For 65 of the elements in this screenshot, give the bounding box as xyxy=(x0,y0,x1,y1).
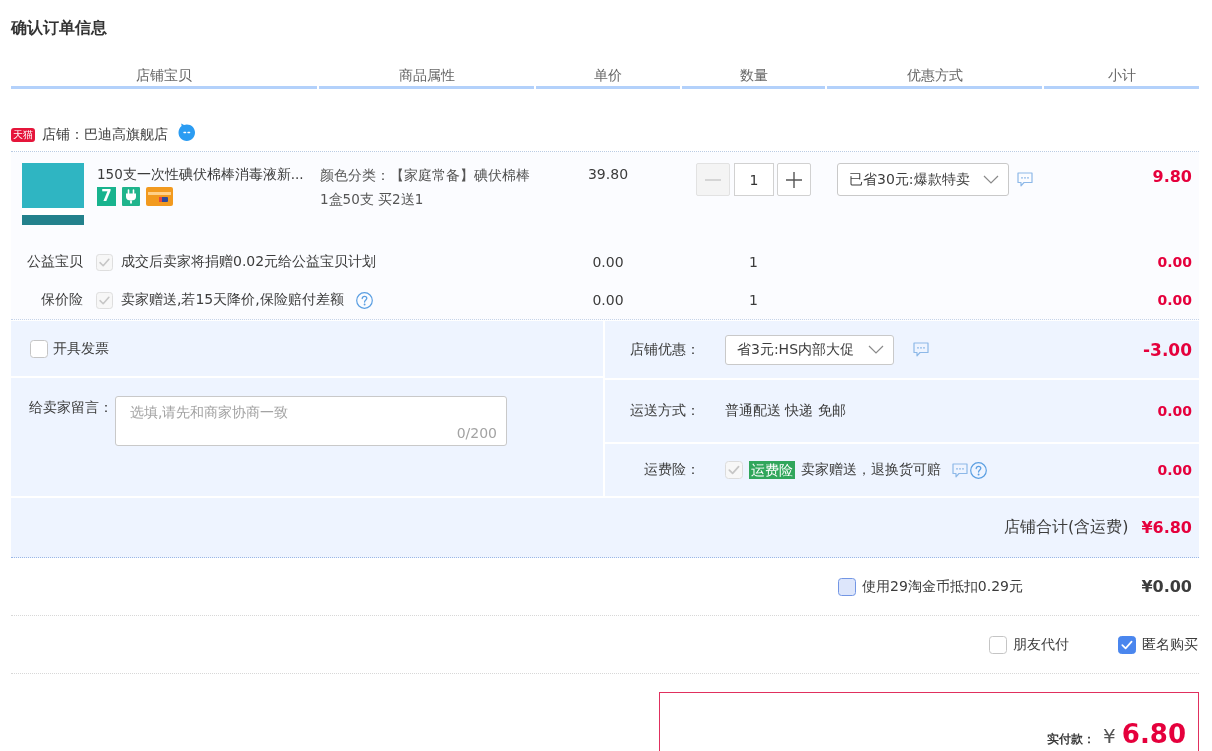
column-header: 单价 xyxy=(536,60,680,89)
service-label: 公益宝贝 xyxy=(27,253,83,271)
help-icon[interactable] xyxy=(970,461,987,479)
insurance-tag: 运费险 xyxy=(749,461,795,479)
unit-price: 0.00 xyxy=(592,254,624,270)
increase-button[interactable] xyxy=(777,163,811,196)
checkbox-label: 匿名购买 xyxy=(1142,635,1198,654)
subtotal: 0.00 xyxy=(1157,254,1192,270)
character-counter: 0/200 xyxy=(456,424,497,442)
store-name[interactable]: 店铺：巴迪高旗舰店 xyxy=(42,125,168,144)
product-title[interactable]: 150支一次性碘伏棉棒消毒液新... xyxy=(97,164,304,184)
store-total-label: 店铺合计(含运费) xyxy=(1003,517,1129,538)
fee-label: 运送方式： xyxy=(630,402,700,420)
quantity-field[interactable]: 1 xyxy=(734,163,774,196)
payment-label: 实付款： xyxy=(1047,731,1096,748)
payment-amount: 6.80 xyxy=(1121,719,1186,749)
store-total-amount: ¥6.80 xyxy=(1141,518,1192,537)
currency-symbol: ¥ xyxy=(1103,724,1116,748)
checkbox[interactable] xyxy=(1118,635,1136,654)
checkbox-label: 使用29淘金币抵扣0.29元 xyxy=(862,577,1023,596)
store-type-tag: 天猫 xyxy=(11,127,35,142)
checkbox[interactable] xyxy=(989,635,1007,654)
column-header: 店铺宝贝 xyxy=(11,60,317,89)
speech-bubble-icon[interactable] xyxy=(952,462,968,478)
quantity-text: 1 xyxy=(749,292,758,308)
service-description: 成交后卖家将捐赠0.02元给公益宝贝计划 xyxy=(121,253,377,271)
subtotal: 9.80 xyxy=(1152,166,1192,188)
checkbox-label: 开具发票 xyxy=(53,339,109,358)
column-header: 商品属性 xyxy=(319,60,534,89)
fee-label: 店铺优惠： xyxy=(630,340,700,359)
unit-price: 39.80 xyxy=(587,165,629,184)
fee-amount: 0.00 xyxy=(1157,403,1192,419)
card-icon xyxy=(146,187,173,206)
chevron-down-icon xyxy=(983,175,999,184)
fee-amount: -3.00 xyxy=(1143,339,1192,360)
message-label: 给卖家留言： xyxy=(29,398,113,417)
checkbox[interactable] xyxy=(838,577,856,596)
insurance-description: 卖家赠送，退换货可赔 xyxy=(801,461,941,479)
fee-label: 运费险： xyxy=(644,461,700,479)
product-attribute: 颜色分类：【家庭常备】碘伏棉棒 xyxy=(320,166,530,185)
subtotal: 0.00 xyxy=(1157,292,1192,308)
chat-bubble-icon[interactable] xyxy=(177,123,196,142)
column-header: 数量 xyxy=(682,60,825,89)
store-discount-select[interactable]: 省3元:HS内部大促 xyxy=(725,334,894,365)
coins-amount: ¥0.00 xyxy=(1141,577,1192,596)
plus-icon xyxy=(786,171,802,188)
shipping-method: 普通配送 快递 免邮 xyxy=(725,402,846,420)
checkbox-label: 朋友代付 xyxy=(1013,635,1069,654)
page-title: 确认订单信息 xyxy=(11,17,107,39)
number-badge: 7 xyxy=(97,187,116,206)
speech-bubble-icon[interactable] xyxy=(913,342,929,357)
quantity-text: 1 xyxy=(749,254,758,270)
chevron-down-icon xyxy=(868,345,884,354)
promotion-select[interactable]: 已省30元:爆款特卖 xyxy=(837,163,1009,196)
service-description: 卖家赠送,若15天降价,保险赔付差额 xyxy=(121,291,344,309)
product-attribute: 1盒50支 买2送1 xyxy=(320,190,424,209)
product-photo-placeholder[interactable] xyxy=(22,163,84,225)
column-header: 小计 xyxy=(1044,60,1199,89)
unit-price: 0.00 xyxy=(592,292,624,308)
plug-icon xyxy=(122,187,140,206)
column-header: 优惠方式 xyxy=(827,60,1042,89)
service-label: 保价险 xyxy=(41,291,83,309)
fee-amount: 0.00 xyxy=(1157,462,1192,478)
checkbox[interactable] xyxy=(30,339,48,358)
speech-bubble-icon[interactable] xyxy=(1017,172,1033,187)
